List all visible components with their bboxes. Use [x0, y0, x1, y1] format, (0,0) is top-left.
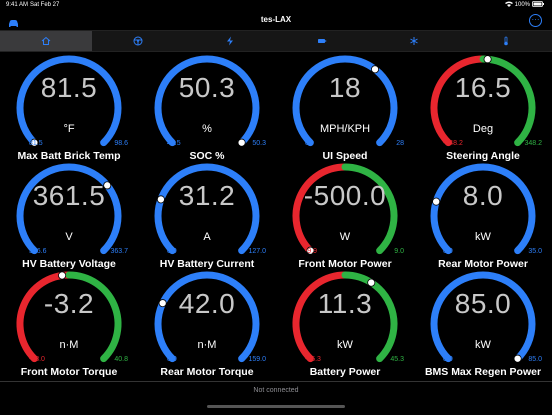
- tab-bar: [0, 30, 552, 52]
- gauge-min-label: -48.0: [29, 356, 45, 363]
- gauge-max-label: 28: [396, 140, 404, 147]
- gauge-unit: n·M: [197, 339, 217, 351]
- gauge-unit: n·M: [59, 339, 79, 351]
- gauge[interactable]: 31.2 A 0.9 127.0 HV Battery Current: [138, 159, 276, 270]
- gauge-unit: kW: [337, 339, 353, 351]
- gauge-indicator: [513, 354, 522, 363]
- gauge-value: 85.0: [454, 288, 512, 319]
- gauge[interactable]: 50.3% 47.5 50.3 SOC %: [138, 51, 276, 162]
- gauge-unit: kW: [475, 339, 491, 351]
- gauge[interactable]: 81.5 °F 81.5 98.6 Max Batt Brick Temp: [0, 51, 138, 162]
- gauge-max-label: 159.0: [248, 356, 266, 363]
- gauge-min-label: -9.9: [305, 248, 318, 255]
- gauge-value: 8.0: [462, 180, 504, 211]
- gauge-min-label: -45.3: [305, 356, 321, 363]
- gauge-max-label: 98.6: [114, 140, 128, 147]
- gauge-max-label: 45.3: [390, 356, 404, 363]
- gauge-value: 18: [328, 72, 362, 103]
- status-battery: 100%: [504, 1, 544, 9]
- wifi-icon: [504, 1, 513, 9]
- connection-status: Not connected: [253, 387, 299, 394]
- gauge-unit: Deg: [472, 123, 494, 135]
- gauge-dial: [292, 55, 398, 147]
- gauge-unit: %: [202, 123, 212, 135]
- gauge[interactable]: 361.5 V 356.6 363.7 HV Battery Voltage: [0, 159, 138, 270]
- gauge-title: Rear Motor Torque: [160, 366, 254, 378]
- gauge-indicator: [58, 271, 67, 280]
- tab-wheel[interactable]: [92, 31, 184, 51]
- tab-power[interactable]: [184, 31, 276, 51]
- gauge-max-label: 9.0: [394, 248, 404, 255]
- gauge-value: 81.5: [40, 72, 98, 103]
- tab-climate[interactable]: [368, 31, 460, 51]
- gauge-max-label: 35.0: [528, 248, 542, 255]
- status-bar: 9:41 AM Sat Feb 27 100%: [0, 0, 552, 10]
- gauge-unit: kW: [475, 231, 491, 243]
- gauge-indicator: [237, 138, 246, 147]
- gauge-grid: 81.5 °F 81.5 98.6 Max Batt Brick Temp 50.3% 47…: [0, 51, 552, 381]
- gauge-max-label: 127.0: [248, 248, 266, 255]
- status-date: Sat Feb 27: [30, 2, 60, 8]
- tab-home[interactable]: [0, 31, 92, 51]
- footer: Not connected: [0, 381, 552, 415]
- gauge-min-label: 81.5: [29, 140, 43, 147]
- gauge-value: 16.5: [454, 72, 512, 103]
- home-icon: [41, 36, 51, 45]
- page-title: tes-LAX: [260, 15, 292, 24]
- tab-temperature[interactable]: [460, 31, 552, 51]
- gauge-max-label: 348.2: [524, 140, 542, 147]
- gauge[interactable]: 11.3 kW -45.3 45.3 Battery Power: [276, 267, 414, 378]
- gauge-min-label: -348.2: [443, 140, 463, 147]
- gauge-indicator: [367, 278, 376, 287]
- status-time: 9:41 AM: [6, 2, 29, 8]
- gauge-value: -500.0: [303, 180, 387, 211]
- gauge-unit: °F: [63, 123, 75, 135]
- gauge-max-label: 363.7: [110, 248, 128, 255]
- more-options-button[interactable]: ···: [529, 14, 542, 27]
- gauge[interactable]: 85.0 kW 0.0 85.0 BMS Max Regen Power: [414, 267, 552, 378]
- gauge-max-label: 50.3: [252, 140, 266, 147]
- gauge-indicator: [483, 55, 492, 64]
- gauge[interactable]: 8.0 kW 0.0 35.0 Rear Motor Power: [414, 159, 552, 270]
- bolt-icon: [227, 36, 233, 46]
- gauge-unit: V: [65, 231, 73, 243]
- gauge-min-label: 0.0: [443, 248, 453, 255]
- gauge-max-label: 85.0: [528, 356, 542, 363]
- gauge[interactable]: -500.0 W -9.9 9.0 Front Motor Power: [276, 159, 414, 270]
- gauge-max-label: 40.8: [114, 356, 128, 363]
- gauge-min-label: 0.9: [167, 248, 177, 255]
- gauge-unit: W: [339, 231, 351, 243]
- gauge-value: 361.5: [32, 180, 106, 211]
- gauge-value: 11.3: [317, 288, 373, 319]
- gauge[interactable]: 16.5 Deg -348.2 348.2 Steering Angle: [414, 51, 552, 162]
- gauge[interactable]: -3.2 n·M -48.0 40.8 Front Motor Torque: [0, 267, 138, 378]
- gauge-value: 31.2: [178, 180, 236, 211]
- gauge-unit: MPH/KPH: [319, 123, 371, 135]
- gauge-title: BMS Max Regen Power: [424, 366, 542, 378]
- thermometer-icon: [504, 36, 508, 46]
- gauge-min-label: 47.5: [167, 140, 181, 147]
- gauge-value: 50.3: [178, 72, 236, 103]
- gauge-min-label: 0: [305, 140, 309, 147]
- gauge[interactable]: 18 MPH/KPH 0 28 UI Speed: [276, 51, 414, 162]
- gauge-value: 42.0: [178, 288, 236, 319]
- gauge[interactable]: 42.0 n·M 0.0 159.0 Rear Motor Torque: [138, 267, 276, 378]
- wheel-icon: [133, 36, 143, 46]
- battery-percent: 100%: [514, 2, 530, 8]
- app-header: tes-LAX ···: [0, 10, 552, 30]
- gauge-unit: A: [203, 231, 211, 243]
- gauge-value: -3.2: [43, 288, 95, 319]
- battery-icon: [318, 39, 327, 43]
- temperature-fan-icon: [410, 37, 418, 45]
- tab-battery[interactable]: [276, 31, 368, 51]
- gauge-min-label: 356.6: [29, 248, 47, 255]
- home-indicator[interactable]: [207, 405, 345, 408]
- gauge-title: Battery Power: [309, 366, 381, 378]
- gauge-title: Front Motor Torque: [20, 366, 118, 378]
- gauge-min-label: 0.0: [167, 356, 177, 363]
- battery-status-icon: [532, 1, 544, 9]
- gauge-min-label: 0.0: [443, 356, 453, 363]
